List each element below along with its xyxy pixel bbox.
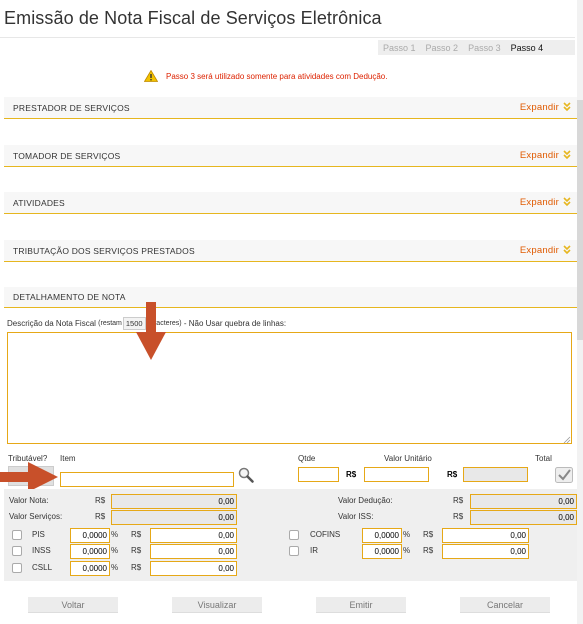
percent-sign: % (111, 546, 119, 555)
valor-unitario-label: Valor Unitário (384, 454, 432, 463)
title-divider (0, 37, 575, 38)
double-chevron-down-icon[interactable] (563, 244, 571, 256)
currency-label: R$ (453, 512, 464, 521)
currency-label: R$ (447, 470, 458, 479)
percent-sign: % (403, 530, 411, 539)
valor-iss-label: Valor ISS: (338, 512, 374, 521)
add-item-check-icon[interactable] (555, 467, 573, 483)
currency-label: R$ (95, 496, 106, 505)
double-chevron-down-icon[interactable] (563, 196, 571, 208)
item-input[interactable] (60, 472, 234, 487)
currency-label: R$ (95, 512, 106, 521)
pis-label: PIS (32, 530, 45, 539)
total-input (463, 467, 528, 482)
csll-rate-input[interactable] (70, 561, 110, 576)
resize-handle-icon[interactable] (563, 436, 571, 444)
currency-label: R$ (423, 546, 434, 555)
double-chevron-down-icon[interactable] (563, 101, 571, 113)
expand-link[interactable]: Expandir (520, 197, 559, 208)
step-1: Passo 1 (383, 42, 416, 53)
step-4-active: Passo 4 (510, 42, 544, 53)
valor-deducao-field (470, 494, 577, 509)
currency-label: R$ (131, 530, 142, 539)
cofins-value-input[interactable] (442, 528, 529, 543)
pis-checkbox[interactable] (12, 530, 22, 540)
step-2: Passo 2 (425, 42, 459, 53)
scrollbar-thumb[interactable] (577, 100, 583, 340)
section-tomador[interactable]: TOMADOR DE SERVIÇOS Expandir (4, 145, 577, 167)
section-title: ATIVIDADES (13, 197, 65, 208)
ir-label: IR (310, 546, 318, 555)
valor-servicos-field (111, 510, 237, 525)
section-title: TRIBUTAÇÃO DOS SERVIÇOS PRESTADOS (13, 245, 195, 256)
ir-value-input[interactable] (442, 544, 529, 559)
inss-value-input[interactable] (150, 544, 237, 559)
warning-icon (144, 70, 158, 82)
annotation-arrow-down-icon (136, 302, 166, 360)
csll-checkbox[interactable] (12, 563, 22, 573)
valor-iss-field (470, 510, 577, 525)
expand-link[interactable]: Expandir (520, 102, 559, 113)
qtde-input[interactable] (298, 467, 339, 482)
annotation-arrow-right-icon (0, 462, 58, 492)
item-label: Item (60, 454, 76, 463)
section-title: PRESTADOR DE SERVIÇOS (13, 102, 130, 113)
cofins-label: COFINS (310, 530, 341, 539)
section-tributacao[interactable]: TRIBUTAÇÃO DOS SERVIÇOS PRESTADOS Expand… (4, 240, 577, 262)
valor-nota-label: Valor Nota: (9, 496, 49, 505)
double-chevron-down-icon[interactable] (563, 149, 571, 161)
emitir-button[interactable]: Emitir (316, 597, 406, 613)
valor-nota-field (111, 494, 237, 509)
description-label-text: Descrição da Nota Fiscal (7, 319, 96, 328)
ir-rate-input[interactable] (362, 544, 402, 559)
valor-unitario-input[interactable] (364, 467, 429, 482)
step-3: Passo 3 (468, 42, 501, 53)
voltar-button[interactable]: Voltar (28, 597, 118, 613)
section-atividades[interactable]: ATIVIDADES Expandir (4, 192, 577, 214)
pis-value-input[interactable] (150, 528, 237, 543)
currency-label: R$ (346, 470, 357, 479)
currency-label: R$ (131, 546, 142, 555)
valor-servicos-label: Valor Serviços: (9, 512, 63, 521)
percent-sign: % (111, 530, 119, 539)
section-prestador[interactable]: PRESTADOR DE SERVIÇOS Expandir (4, 97, 577, 119)
section-title: TOMADOR DE SERVIÇOS (13, 150, 121, 161)
currency-label: R$ (453, 496, 464, 505)
visualizar-button[interactable]: Visualizar (172, 597, 262, 613)
warning-text: Passo 3 será utilizado somente para ativ… (166, 71, 388, 81)
warning-message: Passo 3 será utilizado somente para ativ… (144, 70, 387, 82)
pis-rate-input[interactable] (70, 528, 110, 543)
expand-link[interactable]: Expandir (520, 245, 559, 256)
restam-text: (restam (98, 320, 122, 327)
description-textarea[interactable] (7, 332, 572, 444)
page-title: Emissão de Nota Fiscal de Serviços Eletr… (4, 8, 382, 28)
valor-deducao-label: Valor Dedução: (338, 496, 393, 505)
cancelar-button[interactable]: Cancelar (460, 597, 550, 613)
section-detalhamento: DETALHAMENTO DE NOTA (4, 287, 577, 308)
qtde-label: Qtde (298, 454, 316, 463)
total-label: Total (535, 454, 552, 463)
step-indicator: Passo 1 Passo 2 Passo 3 Passo 4 (378, 40, 575, 55)
csll-value-input[interactable] (150, 561, 237, 576)
csll-label: CSLL (32, 563, 53, 572)
percent-sign: % (111, 563, 119, 572)
currency-label: R$ (131, 563, 142, 572)
ir-checkbox[interactable] (289, 546, 299, 556)
expand-link[interactable]: Expandir (520, 150, 559, 161)
cofins-checkbox[interactable] (289, 530, 299, 540)
inss-rate-input[interactable] (70, 544, 110, 559)
percent-sign: % (403, 546, 411, 555)
inss-checkbox[interactable] (12, 546, 22, 556)
search-icon[interactable] (238, 467, 254, 483)
no-linebreak-note: - Não Usar quebra de linhas: (183, 319, 287, 328)
cofins-rate-input[interactable] (362, 528, 402, 543)
inss-label: INSS (32, 546, 51, 555)
currency-label: R$ (423, 530, 434, 539)
